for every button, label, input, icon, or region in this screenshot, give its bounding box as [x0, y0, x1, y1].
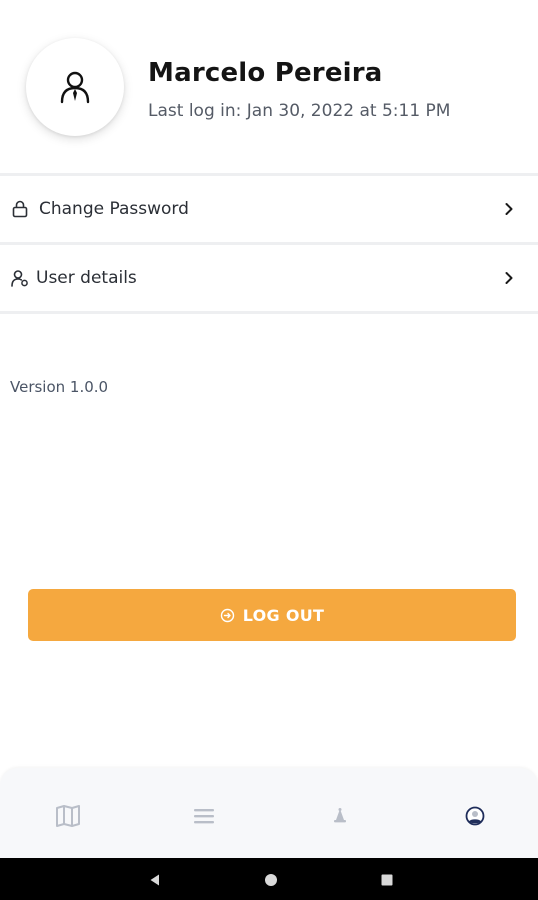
lock-icon	[12, 200, 28, 218]
profile-header: Marcelo Pereira Last log in: Jan 30, 202…	[0, 0, 538, 174]
nav-profile[interactable]	[460, 801, 490, 831]
logout-icon	[220, 608, 234, 622]
change-password-item[interactable]: Change Password	[0, 176, 538, 242]
user-name: Marcelo Pereira	[148, 58, 383, 88]
system-back-button[interactable]	[146, 871, 164, 889]
version-text: Version 1.0.0	[10, 378, 109, 396]
nav-list[interactable]	[189, 801, 219, 831]
home-icon	[265, 874, 277, 886]
profile-icon	[465, 806, 485, 826]
back-icon	[150, 874, 159, 886]
divider	[0, 311, 538, 314]
recents-icon	[381, 874, 393, 886]
avatar[interactable]	[26, 38, 124, 136]
user-settings-icon	[11, 270, 28, 287]
user-details-item[interactable]: User details	[0, 245, 538, 311]
nav-notifications[interactable]	[325, 801, 355, 831]
nav-map[interactable]	[53, 801, 83, 831]
bottom-navigation	[0, 768, 538, 858]
map-icon	[56, 805, 80, 827]
system-recents-button[interactable]	[378, 871, 396, 889]
list-icon	[194, 809, 214, 824]
change-password-label: Change Password	[39, 199, 189, 219]
system-navigation-bar	[0, 858, 538, 900]
last-login-text: Last log in: Jan 30, 2022 at 5:11 PM	[148, 101, 451, 121]
logout-button[interactable]: LOG OUT	[28, 589, 516, 641]
system-home-button[interactable]	[262, 871, 280, 889]
user-details-label: User details	[36, 268, 137, 288]
chevron-right-icon	[505, 272, 513, 284]
logout-label: LOG OUT	[242, 605, 325, 625]
user-icon	[60, 71, 90, 104]
chevron-right-icon	[505, 203, 513, 215]
bell-icon	[334, 808, 346, 823]
